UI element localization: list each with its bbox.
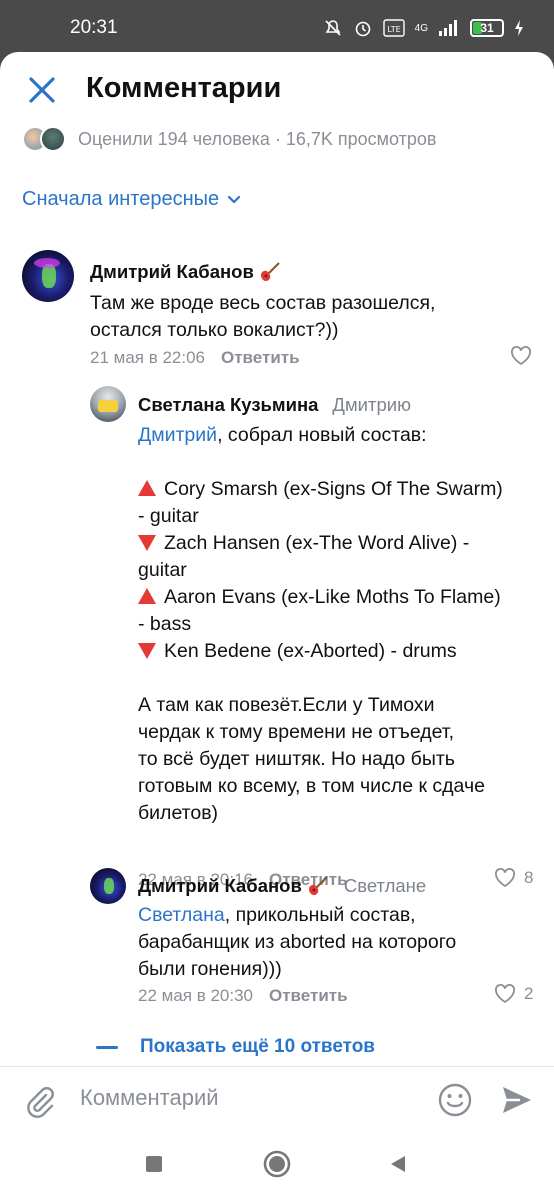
- status-time: 20:31: [70, 17, 118, 38]
- comment-author[interactable]: Дмитрий Кабанов: [90, 260, 282, 284]
- red-triangle-up-icon: [138, 587, 156, 604]
- show-more-replies-button[interactable]: Показать ещё 10 ответов: [96, 1036, 375, 1058]
- avatar[interactable]: [22, 250, 74, 302]
- home-icon[interactable]: [263, 1150, 291, 1178]
- sort-label: Сначала интересные: [22, 188, 220, 210]
- reply-button[interactable]: Ответить: [269, 986, 348, 1006]
- heart-icon: [511, 346, 531, 366]
- like-button[interactable]: 2: [494, 984, 533, 1004]
- paperclip-icon[interactable]: [24, 1085, 56, 1119]
- comment-composer: Комментарий: [0, 1066, 554, 1134]
- sort-dropdown[interactable]: Сначала интересные: [22, 188, 241, 211]
- avatar[interactable]: [90, 386, 126, 422]
- heart-icon: [495, 984, 515, 1004]
- lineup-item: Ken Bedene (ex-Aborted) - drums: [138, 638, 538, 665]
- header: Комментарии: [0, 52, 554, 128]
- volte-icon: LTE: [382, 19, 405, 37]
- status-icons: LTE 4G 31: [323, 18, 524, 38]
- comment-meta: 21 мая в 22:06 Ответить: [90, 348, 300, 368]
- lineup-item: Zach Hansen (ex-The Word Alive) -: [138, 530, 538, 557]
- comment-text: Светлана, прикольный состав, барабанщик …: [138, 904, 457, 980]
- reactions-summary[interactable]: Оценили 194 человека · 16,7K просмотров: [22, 124, 437, 154]
- lineup-item: Cory Smarsh (ex-Signs Of The Swarm): [138, 476, 538, 503]
- mention-link[interactable]: Светлана: [138, 904, 225, 926]
- chevron-down-icon: [228, 195, 241, 203]
- comment-meta: 22 мая в 20:30 Ответить: [138, 986, 348, 1006]
- comment-date: 22 мая в 20:30: [138, 986, 253, 1005]
- smile-icon[interactable]: [436, 1081, 474, 1119]
- red-triangle-down-icon: [138, 534, 156, 551]
- comment-text: Дмитрий, собрал новый состав: Cory Smars…: [138, 422, 538, 827]
- like-count: 2: [524, 984, 534, 1003]
- system-nav-bar: [0, 1134, 554, 1200]
- collapse-dash-icon: [96, 1045, 118, 1049]
- reply-comment: Светлана Кузьмина Дмитрию Дмитрий, собра…: [0, 382, 554, 889]
- comments-sheet: Комментарии Оценили 194 человека · 16,7K…: [0, 52, 554, 1200]
- lineup-item: - bass: [138, 613, 192, 635]
- guitar-icon: [260, 262, 280, 281]
- reactor-avatar: [40, 126, 66, 152]
- mention-link[interactable]: Дмитрий: [138, 424, 217, 446]
- show-more-label: Показать ещё 10 ответов: [140, 1036, 375, 1057]
- reply-to[interactable]: Светлане: [344, 875, 426, 897]
- svg-text:LTE: LTE: [387, 25, 400, 34]
- like-button[interactable]: [510, 346, 532, 366]
- alarm-icon: [355, 21, 370, 37]
- comment-author[interactable]: Светлана Кузьмина Дмитрию: [138, 394, 411, 416]
- mute-icon: [325, 20, 341, 36]
- status-bar: 20:31 LTE 4G 31: [0, 0, 554, 56]
- battery-icon: 31: [470, 19, 504, 37]
- recent-apps-icon[interactable]: [144, 1154, 164, 1174]
- lineup-item: guitar: [138, 559, 187, 581]
- reply-to[interactable]: Дмитрию: [332, 394, 411, 416]
- reactors-avatars: [22, 126, 68, 152]
- reply-button[interactable]: Ответить: [221, 348, 300, 368]
- network-type: 4G: [414, 22, 428, 34]
- red-triangle-down-icon: [138, 642, 156, 659]
- reply-comment: Дмитрий Кабанов Светлане Светлана, прико…: [0, 862, 554, 1022]
- comment-author[interactable]: Дмитрий Кабанов Светлане: [138, 874, 426, 898]
- comment-text: Там же вроде весь состав разошелся, оста…: [90, 292, 436, 341]
- send-icon[interactable]: [500, 1083, 534, 1117]
- lineup-item: Aaron Evans (ex-Like Moths To Flame): [138, 584, 538, 611]
- red-triangle-up-icon: [138, 479, 156, 496]
- avatar[interactable]: [90, 868, 126, 904]
- comment-date: 21 мая в 22:06: [90, 348, 205, 367]
- close-icon[interactable]: [26, 74, 58, 106]
- lineup-item: - guitar: [138, 505, 199, 527]
- charging-icon: [515, 20, 523, 36]
- back-icon[interactable]: [388, 1154, 408, 1174]
- comment-input[interactable]: Комментарий: [80, 1085, 219, 1111]
- stats-text: Оценили 194 человека · 16,7K просмотров: [78, 128, 437, 149]
- comment: Дмитрий Кабанов Там же вроде весь состав…: [0, 248, 554, 378]
- signal-icon: [439, 20, 457, 36]
- guitar-icon: [308, 876, 328, 895]
- page-title: Комментарии: [86, 72, 282, 104]
